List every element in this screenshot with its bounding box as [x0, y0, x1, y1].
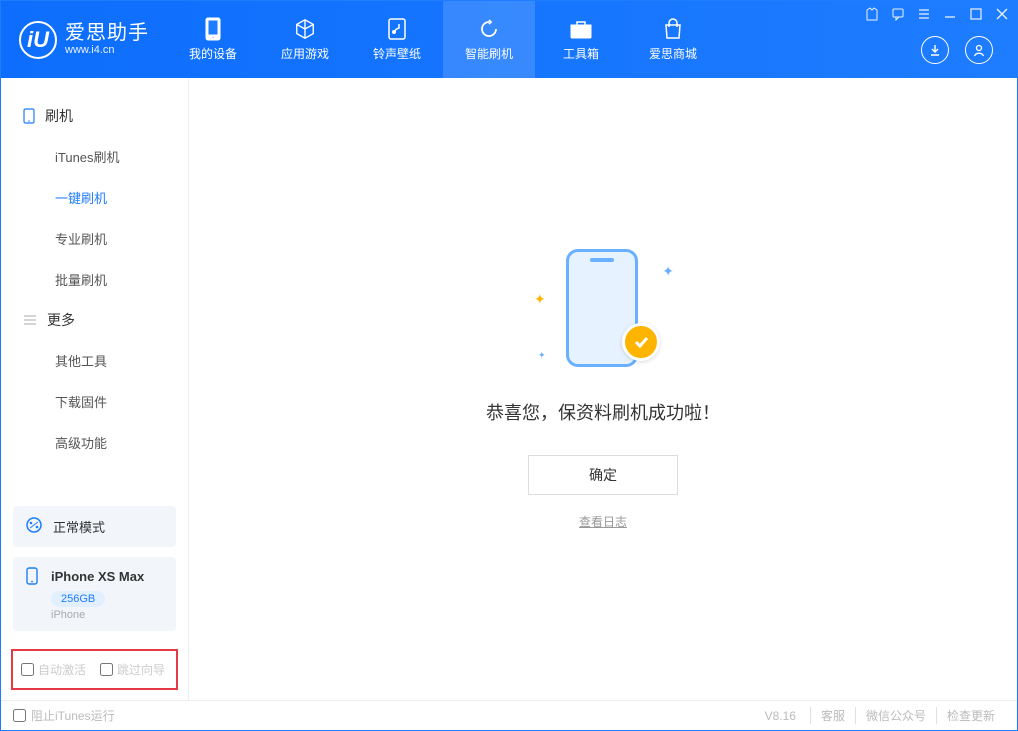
block-itunes-checkbox[interactable]: 阻止iTunes运行 [13, 707, 115, 724]
close-icon[interactable] [993, 5, 1011, 23]
skip-guide-checkbox[interactable]: 跳过向导 [100, 661, 165, 678]
tab-label: 铃声壁纸 [373, 45, 421, 62]
sidebar-nav: 刷机 iTunes刷机 一键刷机 专业刷机 批量刷机 更多 其他工具 下载固件 … [1, 78, 188, 496]
brand-url: www.i4.cn [65, 44, 149, 56]
sidebar-section-flash: 刷机 [1, 96, 188, 136]
version-label: V8.16 [765, 709, 796, 723]
tab-store[interactable]: 爱思商城 [627, 1, 719, 78]
sparkle-icon: ✦ [538, 350, 546, 361]
device-type: iPhone [51, 609, 164, 621]
cube-icon [293, 17, 317, 41]
list-icon [23, 314, 37, 326]
logo-icon: iU [19, 21, 57, 59]
device-icon [201, 17, 225, 41]
sidebar-item-batch-flash[interactable]: 批量刷机 [1, 259, 188, 300]
sparkle-icon: ✦ [534, 291, 546, 308]
sidebar-item-oneclick-flash[interactable]: 一键刷机 [1, 177, 188, 218]
auto-activate-label: 自动激活 [38, 661, 86, 678]
sidebar-item-itunes-flash[interactable]: iTunes刷机 [1, 136, 188, 177]
minimize-icon[interactable] [941, 5, 959, 23]
window-controls [863, 5, 1011, 23]
tab-my-device[interactable]: 我的设备 [167, 1, 259, 78]
status-bar: 阻止iTunes运行 V8.16 客服 微信公众号 检查更新 [1, 700, 1017, 730]
tab-label: 爱思商城 [649, 45, 697, 62]
skip-guide-input[interactable] [100, 663, 113, 676]
sync-icon [477, 17, 501, 41]
header-right-buttons [921, 36, 993, 64]
tab-toolbox[interactable]: 工具箱 [535, 1, 627, 78]
sidebar-item-download-firmware[interactable]: 下载固件 [1, 381, 188, 422]
logo-text: 爱思助手 www.i4.cn [65, 22, 149, 56]
sidebar: 刷机 iTunes刷机 一键刷机 专业刷机 批量刷机 更多 其他工具 下载固件 … [1, 78, 189, 700]
sidebar-item-other-tools[interactable]: 其他工具 [1, 340, 188, 381]
brand-name: 爱思助手 [65, 22, 149, 44]
tab-label: 应用游戏 [281, 45, 329, 62]
feedback-icon[interactable] [889, 5, 907, 23]
device-info-box[interactable]: iPhone XS Max 256GB iPhone [13, 557, 176, 631]
block-itunes-label: 阻止iTunes运行 [31, 707, 115, 724]
highlighted-options-box: 自动激活 跳过向导 [11, 649, 178, 690]
sidebar-item-advanced[interactable]: 高级功能 [1, 422, 188, 463]
footer-link-wechat[interactable]: 微信公众号 [855, 707, 936, 724]
logo-area: iU 爱思助手 www.i4.cn [1, 21, 167, 59]
tab-flash[interactable]: 智能刷机 [443, 1, 535, 78]
toolbox-icon [569, 17, 593, 41]
phone-small-icon [25, 567, 43, 585]
maximize-icon[interactable] [967, 5, 985, 23]
sparkle-icon: ✦ [662, 263, 674, 280]
tab-label: 我的设备 [189, 45, 237, 62]
menu-icon[interactable] [915, 5, 933, 23]
tab-apps[interactable]: 应用游戏 [259, 1, 351, 78]
main-tabs: 我的设备 应用游戏 铃声壁纸 智能刷机 工具箱 爱思商城 [167, 1, 719, 78]
skin-icon[interactable] [863, 5, 881, 23]
tab-label: 智能刷机 [465, 45, 513, 62]
main-content: ✦ ✦ ✦ 恭喜您，保资料刷机成功啦！ 确定 查看日志 [189, 78, 1017, 700]
device-name: iPhone XS Max [51, 569, 144, 584]
section-label: 更多 [47, 310, 75, 330]
mode-label: 正常模式 [53, 517, 105, 536]
app-body: 刷机 iTunes刷机 一键刷机 专业刷机 批量刷机 更多 其他工具 下载固件 … [1, 78, 1017, 700]
user-button[interactable] [965, 36, 993, 64]
sidebar-item-pro-flash[interactable]: 专业刷机 [1, 218, 188, 259]
phone-icon [23, 108, 35, 124]
auto-activate-input[interactable] [21, 663, 34, 676]
section-label: 刷机 [45, 106, 73, 126]
bag-icon [661, 17, 685, 41]
view-log-link[interactable]: 查看日志 [579, 513, 627, 530]
tab-ringtone[interactable]: 铃声壁纸 [351, 1, 443, 78]
app-header: iU 爱思助手 www.i4.cn 我的设备 应用游戏 铃声壁纸 智能刷机 工具… [1, 1, 1017, 78]
auto-activate-checkbox[interactable]: 自动激活 [21, 661, 86, 678]
mode-icon [25, 516, 43, 537]
block-itunes-input[interactable] [13, 709, 26, 722]
download-button[interactable] [921, 36, 949, 64]
success-illustration: ✦ ✦ ✦ [538, 249, 668, 369]
music-icon [385, 17, 409, 41]
device-mode-box[interactable]: 正常模式 [13, 506, 176, 547]
device-capacity: 256GB [51, 591, 105, 607]
footer-link-support[interactable]: 客服 [810, 707, 855, 724]
check-badge-icon [622, 323, 660, 361]
skip-guide-label: 跳过向导 [117, 661, 165, 678]
ok-button[interactable]: 确定 [528, 455, 678, 495]
success-message: 恭喜您，保资料刷机成功啦！ [486, 399, 720, 425]
tab-label: 工具箱 [563, 45, 599, 62]
sidebar-section-more: 更多 [1, 300, 188, 340]
footer-link-update[interactable]: 检查更新 [936, 707, 1005, 724]
